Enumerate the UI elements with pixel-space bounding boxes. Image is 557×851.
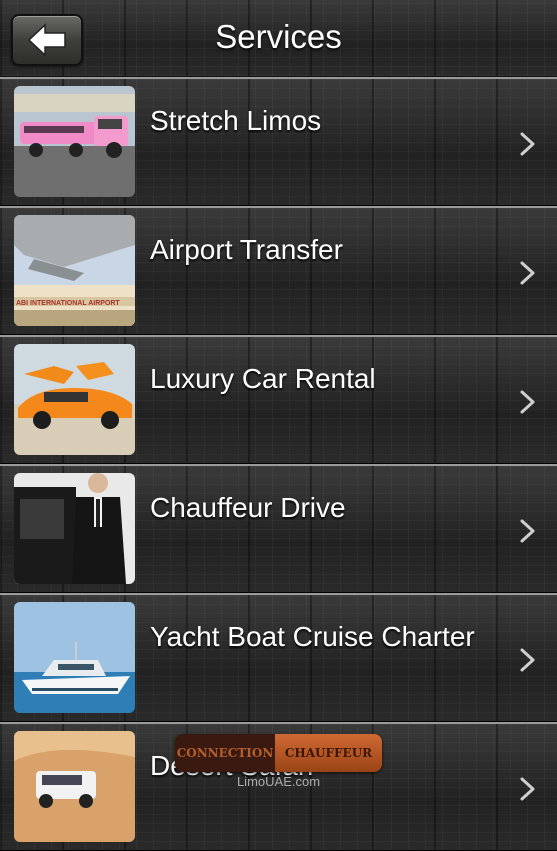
page-title: Services xyxy=(215,18,342,55)
chevron-right-icon xyxy=(520,519,535,543)
chevron-right-icon xyxy=(520,132,535,156)
luxury-car-thumbnail xyxy=(14,344,135,455)
service-label: Luxury Car Rental xyxy=(150,363,376,394)
service-label: Chauffeur Drive xyxy=(150,492,346,523)
service-label: Airport Transfer xyxy=(150,234,343,265)
header-bar: Services xyxy=(0,0,557,78)
service-label: Stretch Limos xyxy=(150,105,322,136)
airport-sign-text: ABI INTERNATIONAL AIRPORT xyxy=(16,300,120,307)
watermark-site: LimoUAE.com xyxy=(236,774,321,789)
chevron-right-icon xyxy=(520,648,535,672)
stretch-limo-thumbnail xyxy=(14,86,135,197)
yacht-thumbnail xyxy=(14,602,135,713)
service-label: Yacht Boat Cruise Charter xyxy=(150,621,475,652)
service-row-airport-transfer[interactable]: ABI INTERNATIONAL AIRPORT Airport Transf… xyxy=(0,206,557,335)
watermark-left-text: CONNECTION xyxy=(175,734,275,772)
service-row-stretch-limos[interactable]: Stretch Limos xyxy=(0,77,557,206)
airport-thumbnail: ABI INTERNATIONAL AIRPORT xyxy=(14,215,135,326)
watermark-right-text: CHAUFFEUR xyxy=(275,734,382,772)
chevron-right-icon xyxy=(520,261,535,285)
service-row-chauffeur-drive[interactable]: Chauffeur Drive xyxy=(0,464,557,593)
service-row-yacht-charter[interactable]: Yacht Boat Cruise Charter xyxy=(0,593,557,722)
watermark-logo: CONNECTION CHAUFFEUR xyxy=(175,734,382,772)
service-row-luxury-car-rental[interactable]: Luxury Car Rental xyxy=(0,335,557,464)
chevron-right-icon xyxy=(520,390,535,414)
chauffeur-thumbnail xyxy=(14,473,135,584)
